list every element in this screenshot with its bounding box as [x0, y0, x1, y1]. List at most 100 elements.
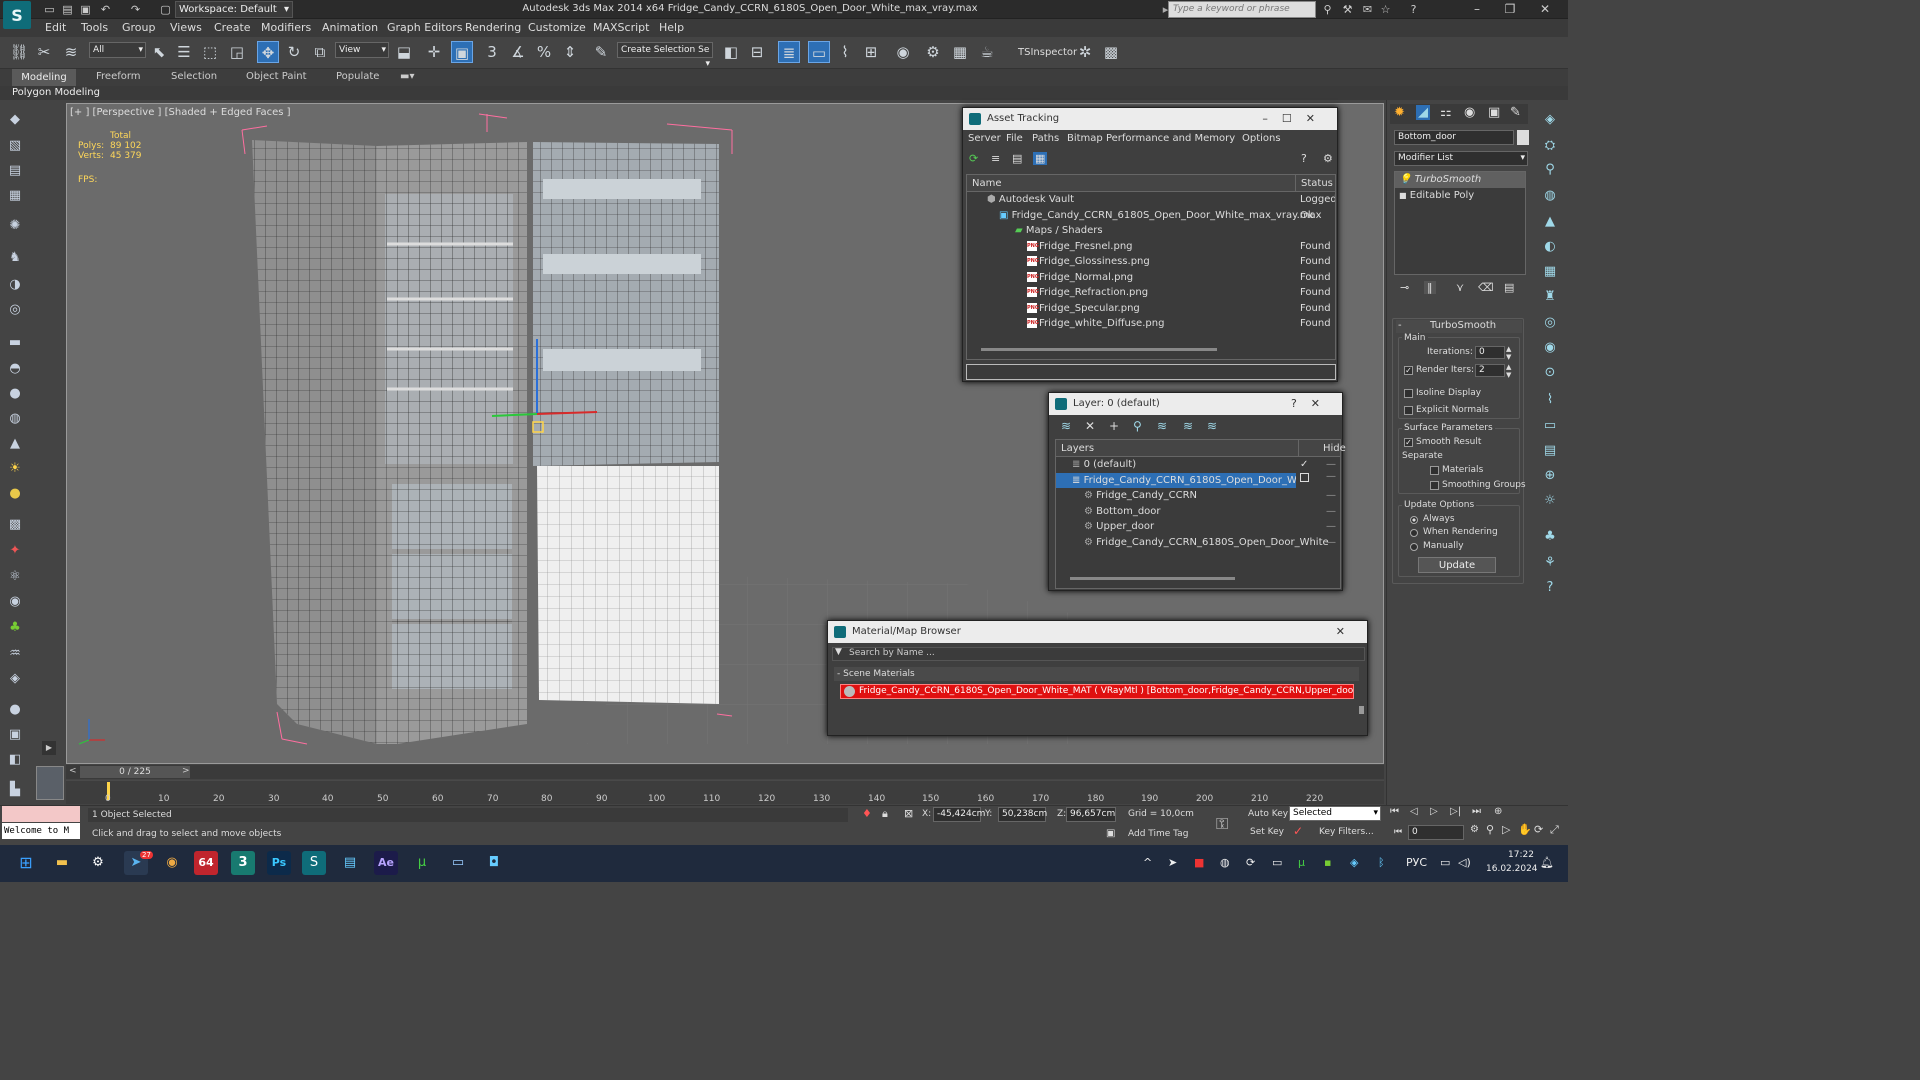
menu-tools[interactable]: Tools	[81, 21, 108, 34]
settings-icon[interactable]: ⚙	[1323, 152, 1333, 165]
material-icon[interactable]: ◉	[1540, 338, 1560, 358]
help-icon[interactable]: ?	[1540, 578, 1560, 598]
graphite-ribbon-icon[interactable]: ▭	[808, 41, 830, 63]
remove-modifier-icon[interactable]: ⌫	[1478, 281, 1494, 294]
telegram-tray-icon[interactable]: ➤	[1168, 856, 1177, 869]
mirror-icon[interactable]: ◧	[720, 41, 742, 63]
make-unique-icon[interactable]: ⋎	[1456, 281, 1464, 294]
restore-icon[interactable]: ❐	[1495, 1, 1525, 18]
ribbon-options-icon[interactable]: ▬▾	[400, 71, 414, 82]
manipulate-icon[interactable]: ✛	[423, 41, 445, 63]
helper-icon[interactable]: ◑	[5, 275, 25, 295]
bluetooth-icon[interactable]: ᛒ	[1378, 856, 1385, 869]
atom-icon[interactable]: ⚛	[5, 567, 25, 587]
list-item[interactable]: PNGFridge_white_Diffuse.png Found	[967, 316, 1335, 332]
table-row[interactable]: ⚙ Fridge_Candy_CCRN_6180S_Open_Door_Whit…	[1056, 535, 1340, 551]
clock-date[interactable]: 16.02.2024	[1486, 864, 1538, 874]
snap-toggle-icon[interactable]: 3	[481, 41, 503, 63]
after-effects-icon[interactable]: Ae	[374, 851, 398, 875]
hair-icon[interactable]: ♒	[5, 644, 25, 664]
help-search-input[interactable]: Type a keyword or phrase	[1168, 1, 1316, 18]
plant-icon[interactable]: ♣	[5, 618, 25, 638]
table-row[interactable]: ⚙ Bottom_door —	[1056, 504, 1340, 520]
delete-layer-icon[interactable]: ✕	[1085, 419, 1095, 433]
object-color-swatch[interactable]	[1517, 130, 1529, 145]
scene-materials-header[interactable]: - Scene Materials	[834, 667, 1359, 681]
at-menu-options[interactable]: Options	[1242, 130, 1281, 148]
key-filters-button[interactable]: Key Filters...	[1319, 827, 1374, 837]
list-item[interactable]: PNGFridge_Specular.png Found	[967, 301, 1335, 317]
windows-start-icon[interactable]: ⊞	[14, 851, 38, 875]
create-layer-icon[interactable]: ≋	[1061, 419, 1071, 433]
turbosmooth-rollout-header[interactable]: - TurboSmooth	[1396, 320, 1522, 333]
list-item[interactable]: PNGFridge_Refraction.png Found	[967, 285, 1335, 301]
time-config-icon[interactable]: ⚙	[1470, 824, 1479, 835]
smoothing-groups-checkbox[interactable]	[1430, 481, 1439, 490]
update-button[interactable]: Update	[1418, 557, 1496, 573]
globe-icon[interactable]: ◉	[5, 592, 25, 612]
auto-key-button[interactable]: Auto Key	[1248, 809, 1288, 819]
tray-expand-icon[interactable]: ^	[1143, 856, 1152, 869]
modifier-list-dropdown[interactable]: Modifier List ▾	[1394, 151, 1528, 166]
time-slider-thumb[interactable]: 0 / 225	[80, 766, 190, 778]
menu-modifiers[interactable]: Modifiers	[261, 21, 311, 34]
close-icon[interactable]: ✕	[1336, 621, 1359, 643]
bind-spacewarp-icon[interactable]: ≋	[60, 41, 82, 63]
layer-manager-titlebar[interactable]: Layer: 0 (default) ?✕	[1049, 393, 1342, 415]
x-coordinate-field[interactable]: -45,424cm	[933, 807, 985, 822]
pivot-center-icon[interactable]: ⬓	[393, 41, 415, 63]
tsinspector-label[interactable]: TSInspector	[1018, 47, 1077, 58]
tab-selection[interactable]: Selection	[171, 71, 217, 82]
col-name[interactable]: Name	[972, 175, 1002, 192]
time-tag-icon[interactable]: ▣	[1106, 828, 1115, 839]
headset-tray-icon[interactable]: ◍	[1220, 856, 1230, 869]
hide-toggle[interactable]: —	[1326, 504, 1336, 520]
list-item[interactable]: ⬢ Autodesk Vault Logged	[967, 192, 1335, 208]
prev-frame-icon[interactable]: <	[69, 766, 77, 776]
angle-snap-icon[interactable]: ∡	[507, 41, 529, 63]
zoom-extents-icon[interactable]: ⊕	[1494, 806, 1502, 817]
hide-toggle[interactable]: —	[1326, 488, 1336, 504]
frame-buffer-icon[interactable]: ▦	[1540, 262, 1560, 282]
chrome-icon[interactable]: ◉	[160, 851, 184, 875]
hide-toggle[interactable]: —	[1326, 535, 1336, 551]
modify-tab-icon[interactable]: ◢	[1416, 105, 1430, 120]
pan-icon[interactable]: ✋	[1518, 823, 1532, 836]
next-frame-icon[interactable]: >	[182, 766, 190, 776]
edit-named-selection-icon[interactable]: ✎	[590, 41, 612, 63]
reference-coordinate-dropdown[interactable]: View ▾	[335, 42, 389, 58]
detail-view-icon[interactable]: ▤	[1012, 152, 1022, 165]
checker-icon[interactable]: ▩	[1100, 41, 1122, 63]
at-menu-paths[interactable]: Paths	[1032, 130, 1059, 148]
language-indicator[interactable]: РУС	[1406, 856, 1427, 869]
percent-snap-icon[interactable]: %	[533, 41, 555, 63]
render-region-icon[interactable]: ▧	[5, 136, 25, 156]
selection-filter-dropdown[interactable]: All ▾	[89, 42, 146, 58]
window-controls[interactable]: ?✕	[1291, 393, 1334, 415]
render-setup-icon[interactable]: ⚙	[922, 41, 944, 63]
maximize-viewport-icon[interactable]: ⤢	[1550, 823, 1559, 837]
sphere-icon[interactable]: ◍	[1540, 186, 1560, 206]
tab-populate[interactable]: Populate	[336, 71, 379, 82]
nvidia-tray-icon[interactable]: ▪	[1324, 856, 1331, 869]
expand-toolbar-icon[interactable]: ▶	[42, 741, 56, 755]
at-menu-server[interactable]: Server	[968, 130, 1001, 148]
torus-icon[interactable]: ◎	[1540, 313, 1560, 333]
rendered-frame-window-icon[interactable]: ▦	[949, 41, 971, 63]
camera-app-icon[interactable]: ◘	[482, 851, 506, 875]
material-item[interactable]: Fridge_Candy_CCRN_6180S_Open_Door_White_…	[840, 684, 1354, 699]
table-row[interactable]: ⚙ Upper_door —	[1056, 519, 1340, 535]
menu-maxscript[interactable]: MAXScript	[593, 21, 649, 34]
binoculars-icon[interactable]: ⚲	[1320, 2, 1335, 17]
window-icon[interactable]: ▤	[1540, 441, 1560, 461]
undo-icon[interactable]: ↶	[98, 2, 113, 17]
set-key-mode-icon[interactable]: ✓	[1293, 824, 1303, 838]
refresh-icon[interactable]: ⟳	[969, 152, 978, 165]
manually-radio[interactable]	[1410, 543, 1418, 551]
window-crossing-icon[interactable]: ◲	[226, 41, 248, 63]
hierarchy-tab-icon[interactable]: ⚏	[1440, 105, 1452, 120]
network-icon[interactable]: ▭	[1440, 856, 1450, 869]
save-file-icon[interactable]: ▣	[78, 2, 93, 17]
go-to-end-icon[interactable]: ⏭	[1472, 806, 1481, 817]
materials-checkbox[interactable]	[1430, 466, 1439, 475]
